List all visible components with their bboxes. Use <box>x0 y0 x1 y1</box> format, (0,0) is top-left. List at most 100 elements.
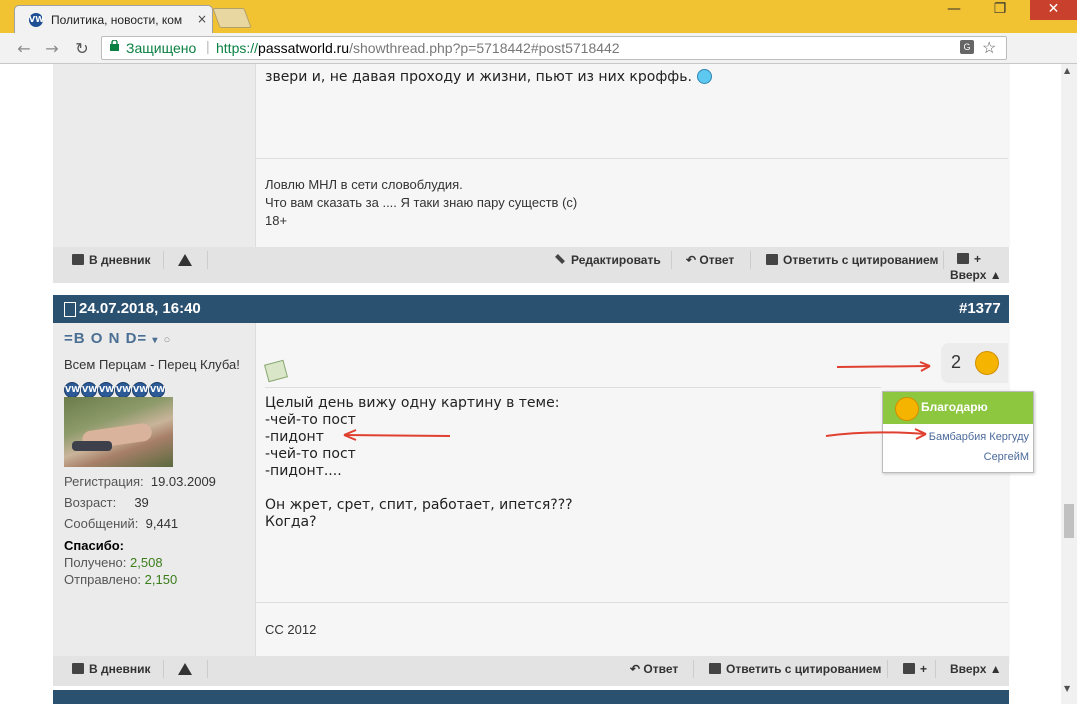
username-text: =B O N D= <box>64 330 148 347</box>
scroll-down-icon[interactable]: ▼ <box>1064 684 1070 693</box>
post-icon <box>64 302 76 317</box>
quote-label: Ответить с цитированием <box>726 662 882 676</box>
new-tab-button[interactable] <box>212 8 252 28</box>
prev-multiquote-icon[interactable]: + <box>957 252 981 266</box>
reply-icon: ↶ <box>630 662 644 676</box>
post-title-divider <box>265 387 881 388</box>
quote-button[interactable]: Ответить с цитированием <box>709 662 881 676</box>
thanks-counter[interactable]: 2 <box>941 343 1008 383</box>
bookmark-star-icon[interactable]: ☆ <box>982 38 996 58</box>
post-number[interactable]: #1377 <box>959 300 1001 317</box>
messages-label: Сообщений: <box>64 516 139 531</box>
vw-rep-icon: VW <box>149 382 165 398</box>
post-message: Целый день вижу одну картину в теме: -че… <box>265 395 573 531</box>
url-path: /showthread.php?p=5718442#post5718442 <box>349 40 620 56</box>
browser-toolbar: ← → ↻ Защищено | https://passatworld.ru/… <box>0 33 1077 94</box>
scroll-up-icon[interactable]: ▲ <box>1064 66 1070 75</box>
thanks-popup: Благодарю Бамбарбия Кергуду СергейМ <box>882 391 1034 473</box>
page-scrollbar[interactable] <box>1061 64 1077 704</box>
footer-divider <box>671 251 672 269</box>
footer-divider <box>207 660 208 678</box>
vw-rep-icon: VW <box>115 382 131 398</box>
thanks-user-link[interactable]: Бамбарбия Кергуду <box>929 431 1029 443</box>
user-menu-chevron-icon[interactable]: ▾ <box>152 335 158 346</box>
user-panel <box>53 323 255 663</box>
close-window-button[interactable]: ✕ <box>1030 0 1077 20</box>
thanks-count: 2 <box>951 352 962 372</box>
vw-favicon-icon: VW <box>29 13 44 27</box>
age-value: 39 <box>134 495 149 510</box>
omnibox-divider: | <box>206 38 210 54</box>
prev-reply-button[interactable]: ↶ Ответ <box>686 253 734 267</box>
post-line: Когда? <box>265 514 317 530</box>
signature-divider <box>256 602 1008 603</box>
prev-signature-line: 18+ <box>265 213 288 228</box>
diary-button[interactable]: В дневник <box>72 662 151 676</box>
prev-diary-button[interactable]: В дневник <box>72 253 151 267</box>
received-label: Получено: <box>64 555 127 570</box>
sent-value[interactable]: 2,150 <box>145 572 178 587</box>
avatar-shadow <box>72 441 112 451</box>
minimize-button[interactable]: — <box>938 0 970 20</box>
prev-signature-line: Ловлю МНЛ в сети словоблудия. <box>265 177 463 192</box>
footer-divider <box>207 251 208 269</box>
user-title: Всем Перцам - Перец Клуба! <box>64 357 240 372</box>
footer-divider <box>887 660 888 678</box>
avatar[interactable] <box>64 397 173 467</box>
user-registration: Регистрация: 19.03.2009 <box>64 474 216 489</box>
maximize-button[interactable]: ❐ <box>984 0 1016 20</box>
lock-icon <box>110 40 119 51</box>
scrollbar-thumb[interactable] <box>1064 504 1074 538</box>
prev-up-link[interactable]: Вверх ▲ <box>950 268 1002 282</box>
pencil-icon <box>555 254 565 264</box>
tab-active[interactable]: VW Политика, новости, ком × <box>14 5 213 34</box>
footer-divider <box>750 251 751 269</box>
vw-rep-icon: VW <box>98 382 114 398</box>
tab-close-icon[interactable]: × <box>197 12 207 26</box>
up-link[interactable]: Вверх ▲ <box>950 662 1002 676</box>
address-bar[interactable]: Защищено | https://passatworld.ru/showth… <box>101 36 1007 60</box>
url-text[interactable]: https://passatworld.ru/showthread.php?p=… <box>216 40 620 56</box>
thanks-user-link[interactable]: СергейМ <box>984 451 1029 463</box>
quote-icon <box>766 254 778 265</box>
report-icon[interactable] <box>178 663 192 675</box>
smiley-icon <box>697 69 712 84</box>
multiquote-icon[interactable]: + <box>903 662 927 676</box>
signature-divider <box>256 158 1008 159</box>
tab-title: Политика, новости, ком <box>51 13 183 27</box>
post-line: -пидонт <box>265 429 324 445</box>
back-icon[interactable]: ← <box>14 39 34 58</box>
report-icon[interactable] <box>178 254 192 266</box>
reply-label: Ответ <box>699 253 735 267</box>
reply-button[interactable]: ↶ Ответ <box>630 662 678 676</box>
vw-rep-icon: VW <box>81 382 97 398</box>
footer-divider <box>935 660 936 678</box>
post-line: -чей-то пост <box>265 446 356 462</box>
prev-post-text: звери и, не давая проходу и жизни, пьют … <box>265 69 692 85</box>
username[interactable]: =B O N D= ▾ ○ <box>64 330 171 347</box>
prev-quote-button[interactable]: Ответить с цитированием <box>766 253 938 267</box>
edit-button[interactable]: Редактировать <box>555 253 661 267</box>
prev-post-last-line: звери и, не давая проходу и жизни, пьют … <box>265 69 692 85</box>
quote-icon <box>709 663 721 674</box>
vw-rep-icon: VW <box>64 382 80 398</box>
messages-value: 9,441 <box>145 516 179 531</box>
received-value[interactable]: 2,508 <box>130 555 163 570</box>
post-line <box>265 480 573 497</box>
url-scheme: https:// <box>216 40 259 56</box>
post-line: Целый день вижу одну картину в теме: <box>265 395 560 411</box>
post-line: -пидонт.... <box>265 463 342 479</box>
footer-divider <box>943 251 944 269</box>
post-date: 24.07.2018, 16:40 <box>79 300 201 317</box>
reply-icon: ↶ <box>686 253 700 267</box>
footer-divider <box>163 251 164 269</box>
diary-label: В дневник <box>89 253 151 267</box>
reply-label: Ответ <box>643 662 679 676</box>
translate-icon[interactable]: G <box>960 40 974 54</box>
post-line: -чей-то пост <box>265 412 356 428</box>
page-content: звери и, не давая проходу и жизни, пьют … <box>0 64 1061 704</box>
thanks-popup-title: Благодарю <box>921 400 988 414</box>
reload-icon[interactable]: ↻ <box>72 39 92 58</box>
user-messages: Сообщений: 9,441 <box>64 516 178 531</box>
forward-icon[interactable]: → <box>42 39 62 58</box>
